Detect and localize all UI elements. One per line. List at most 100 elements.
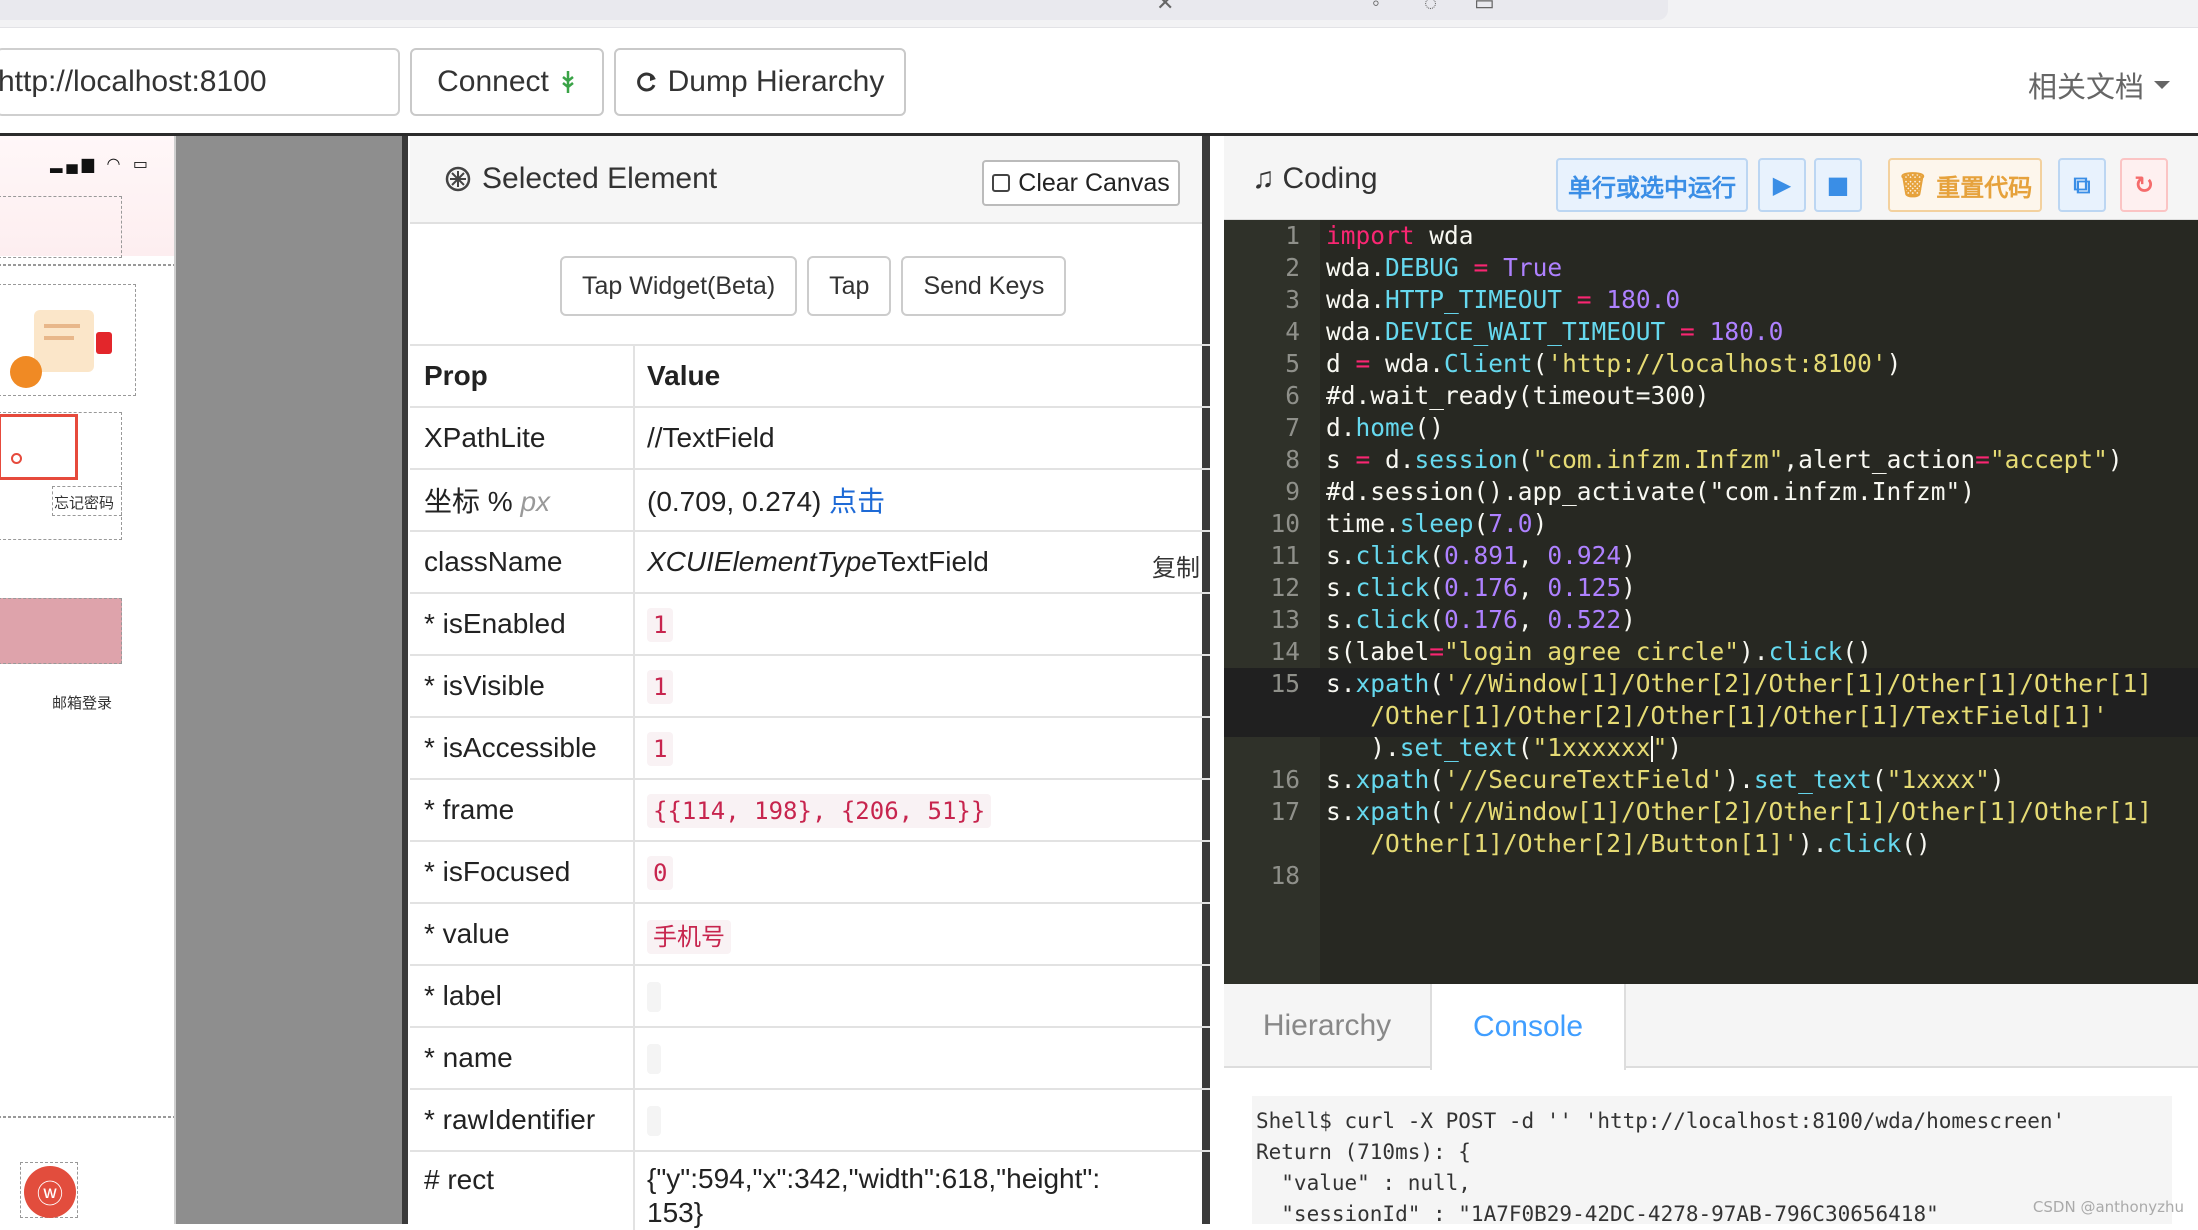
line-number: 16 — [1270, 764, 1300, 794]
table-row: * value 手机号 — [410, 902, 1210, 965]
table-row: * frame {{114, 198}, {206, 51}} — [410, 778, 1210, 841]
tab-hierarchy[interactable]: Hierarchy — [1224, 984, 1430, 1068]
browser-strip: ✕ ◦ ◌ ▭ — [0, 0, 2198, 28]
music-note-icon: ♫ — [1252, 162, 1275, 195]
value-value: 手机号 — [647, 919, 731, 954]
trash-icon: 🗑 — [1897, 171, 1929, 199]
prop-key: * rawIdentifier — [410, 1088, 635, 1151]
code-editor[interactable]: 1 import wda 2 wda.DEBUG = True 3 wda.HTTP_… — [1224, 220, 2198, 984]
click-coordinate-link[interactable]: 点击 — [829, 486, 885, 517]
plug-icon — [562, 71, 574, 93]
prop-key: # rect — [410, 1150, 635, 1230]
email-login-text[interactable]: 邮箱登录 — [52, 692, 112, 713]
prop-value: (0.709, 0.274) 点击 — [634, 468, 1210, 531]
line-number: 13 — [1270, 604, 1300, 634]
line-number: 8 — [1285, 444, 1300, 474]
coord-unit-toggle[interactable]: px — [520, 486, 550, 517]
element-outline — [0, 264, 174, 266]
element-outline — [0, 196, 122, 258]
device-url-input[interactable] — [0, 48, 400, 116]
selected-element-panel: Selected Element Clear Canvas Tap Widget… — [410, 136, 1210, 1230]
reset-code-label: 重置代码 — [1936, 173, 2033, 202]
prop-value: 0 — [634, 840, 1210, 903]
line-number: 14 — [1270, 636, 1300, 666]
device-screen[interactable]: ▂▄▆ ◠ ▭ 忘记密码 邮箱登录 ⓦ — [0, 136, 176, 1224]
prop-value — [634, 1088, 1210, 1151]
reset-code-button[interactable]: 🗑 重置代码 — [1888, 158, 2042, 212]
send-keys-button[interactable]: Send Keys — [901, 256, 1067, 316]
copy-icon[interactable]: ⧉ — [2058, 158, 2106, 212]
line-number: 18 — [1270, 860, 1300, 890]
dump-hierarchy-button[interactable]: Dump Hierarchy — [614, 48, 906, 116]
table-header-row: Prop Value — [410, 344, 1210, 407]
prop-key: * frame — [410, 778, 635, 841]
canvas-gutter — [176, 136, 408, 1224]
code-line: 10 time.sleep(7.0) — [1224, 508, 2198, 540]
code-line-wrap: /Other[1]/Other[2]/Button[1]').click() — [1326, 828, 1931, 858]
code-line: 8s = d.session("com.infzm.Infzm",alert_a… — [1224, 444, 2198, 476]
table-row: * isEnabled 1 — [410, 592, 1210, 655]
code-line: 4 wda.DEVICE_WAIT_TIMEOUT = 180.0 — [1224, 316, 2198, 348]
prop-value: {{114, 198}, {206, 51}} — [634, 778, 1210, 841]
browser-tab-background — [0, 0, 1668, 20]
copy-classname-button[interactable]: 复制 — [1152, 548, 1200, 583]
line-number: 6 — [1285, 380, 1300, 410]
toolbar: Connect Dump Hierarchy 相关文档 — [0, 28, 2198, 136]
bottom-tabs: Hierarchy Console — [1224, 984, 2198, 1070]
prop-column-header: Prop — [410, 344, 635, 407]
prop-value: 手机号 — [634, 902, 1210, 965]
tap-point-marker — [11, 453, 22, 464]
run-selection-button[interactable]: 单行或选中运行 — [1556, 158, 1748, 212]
code-line: 3 wda.HTTP_TIMEOUT = 180.0 — [1224, 284, 2198, 316]
code-line: 16 s.xpath('//SecureTextField').set_text(… — [1224, 764, 2198, 796]
code-line-wrap: ).set_text("1xxxxxx") — [1326, 732, 1683, 762]
properties-table: Prop Value XPathLite //TextField 坐标 % px… — [410, 344, 1210, 1230]
docs-dropdown[interactable]: 相关文档 — [2028, 64, 2171, 106]
weibo-icon[interactable]: ⓦ — [24, 1166, 76, 1218]
tap-widget-button[interactable]: Tap Widget(Beta) — [560, 256, 798, 316]
tap-button[interactable]: Tap — [807, 256, 892, 316]
clear-canvas-button[interactable]: Clear Canvas — [982, 160, 1180, 206]
connect-button[interactable]: Connect — [410, 48, 604, 116]
reload-icon[interactable]: ↻ — [2120, 158, 2168, 212]
prop-value: 1 — [634, 716, 1210, 779]
coding-title-text: Coding — [1282, 162, 1378, 195]
connect-label: Connect — [437, 65, 549, 98]
close-tab-icon[interactable]: ✕ — [1156, 0, 1174, 14]
table-row: * name — [410, 1026, 1210, 1089]
prop-key: * name — [410, 1026, 635, 1089]
tab-console[interactable]: Console — [1430, 984, 1626, 1070]
is-accessible-value: 1 — [647, 732, 674, 766]
table-row: * label — [410, 964, 1210, 1027]
raw-identifier-value — [647, 1106, 661, 1137]
refresh-icon — [636, 72, 656, 92]
toolbar-circle-icon[interactable]: ◦ — [1372, 0, 1380, 14]
stop-icon[interactable]: ■ — [1814, 158, 1862, 212]
prop-value: 1 — [634, 654, 1210, 717]
coding-header: ♫ Coding 单行或选中运行 ▶ ■ 🗑 重置代码 ⧉ ↻ — [1224, 136, 2198, 220]
prop-key: * isVisible — [410, 654, 635, 717]
prop-key: * isFocused — [410, 840, 635, 903]
line-number: 2 — [1285, 252, 1300, 282]
rect-value-line1: {"y":594,"x":342,"width":618,"height": — [647, 1163, 1101, 1194]
coding-title: ♫ Coding — [1252, 162, 1378, 196]
prop-key: * isAccessible — [410, 716, 635, 779]
table-row: 坐标 % px (0.709, 0.274) 点击 — [410, 468, 1210, 531]
share-icon[interactable]: ▭ — [1474, 0, 1495, 14]
play-icon[interactable]: ▶ — [1758, 158, 1806, 212]
coord-key-label: 坐标 % — [424, 486, 513, 517]
line-number: 15 — [1270, 668, 1300, 698]
panel-title: Selected Element — [444, 162, 717, 196]
value-column-header: Value — [634, 344, 1210, 407]
forgot-password-text[interactable]: 忘记密码 — [54, 492, 114, 513]
prop-value: 1 — [634, 592, 1210, 655]
login-button-area[interactable] — [0, 598, 122, 664]
line-number: 4 — [1285, 316, 1300, 346]
code-line: 1 import wda — [1224, 220, 2198, 252]
coord-value: (0.709, 0.274) — [647, 486, 822, 517]
code-line: 9 #d.session().app_activate("com.infzm.In… — [1224, 476, 2198, 508]
prop-key: XPathLite — [410, 406, 635, 469]
selected-element-title: Selected Element — [482, 162, 718, 195]
checkbox-icon — [992, 174, 1011, 192]
help-icon[interactable]: ◌ — [1424, 0, 1437, 14]
